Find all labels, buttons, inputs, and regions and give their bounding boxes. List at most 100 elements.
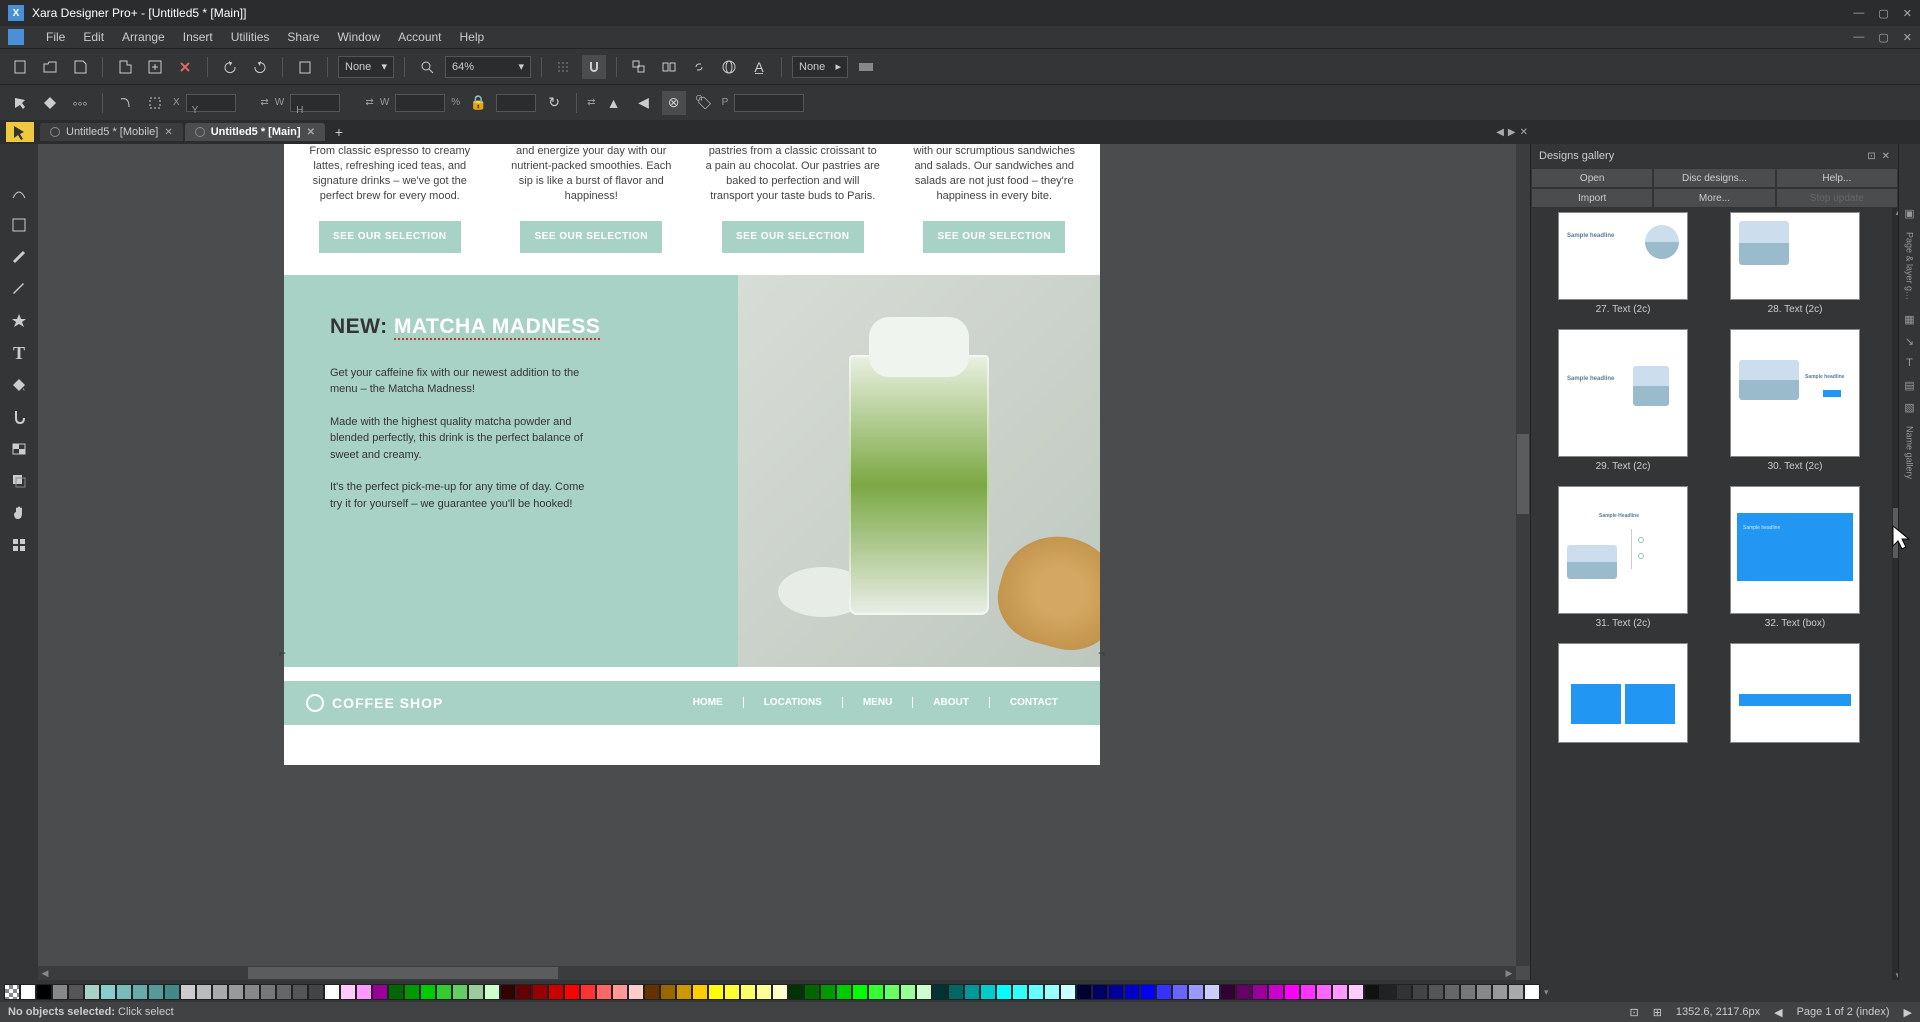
live-drag-icon[interactable]: ⊡	[1629, 1006, 1638, 1019]
color-swatch[interactable]	[1364, 984, 1380, 1000]
design-item-31[interactable]: Sample Headline 31. Text (2c)	[1539, 486, 1707, 639]
grid-tool[interactable]	[5, 532, 33, 558]
save-button[interactable]	[68, 55, 92, 79]
color-swatch[interactable]	[68, 984, 84, 1000]
color-swatch[interactable]	[1444, 984, 1460, 1000]
design-item-29[interactable]: Sample headline 29. Text (2c)	[1539, 329, 1707, 482]
fill-tool[interactable]	[5, 372, 33, 398]
color-swatch[interactable]	[372, 984, 388, 1000]
color-swatch[interactable]	[1220, 984, 1236, 1000]
color-swatch[interactable]	[244, 984, 260, 1000]
grid-snap-button[interactable]	[552, 55, 576, 79]
gallery-pin-icon[interactable]: ⊡	[1867, 151, 1875, 162]
name-select[interactable]: None▸	[792, 56, 848, 78]
snap-indicator-icon[interactable]: ⊞	[1653, 1006, 1662, 1019]
bounds-icon[interactable]	[143, 91, 167, 115]
tab-close-icon[interactable]: ✕	[164, 127, 172, 138]
design-item-34[interactable]	[1711, 643, 1879, 747]
color-swatch[interactable]	[420, 984, 436, 1000]
selection-button[interactable]: SEE OUR SELECTION	[722, 221, 864, 253]
transparency-tool[interactable]	[5, 436, 33, 462]
color-swatch[interactable]	[548, 984, 564, 1000]
selection-button[interactable]: SEE OUR SELECTION	[319, 221, 461, 253]
nav-contact[interactable]: CONTACT	[990, 697, 1078, 708]
rotate-icon[interactable]: ↻	[542, 91, 566, 115]
color-swatch[interactable]	[1268, 984, 1284, 1000]
clipboard-button[interactable]	[293, 55, 317, 79]
shadow-tool[interactable]	[5, 468, 33, 494]
color-swatch[interactable]	[692, 984, 708, 1000]
gallery-close-icon[interactable]: ✕	[1882, 151, 1890, 162]
color-swatch[interactable]	[1460, 984, 1476, 1000]
color-swatch[interactable]	[84, 984, 100, 1000]
color-swatch[interactable]	[1508, 984, 1524, 1000]
canvas-scrollbar-v[interactable]	[1516, 144, 1530, 966]
color-swatch[interactable]	[1316, 984, 1332, 1000]
color-swatch[interactable]	[1524, 984, 1540, 1000]
color-swatch[interactable]	[212, 984, 228, 1000]
color-swatch[interactable]	[900, 984, 916, 1000]
color-swatch[interactable]	[1284, 984, 1300, 1000]
color-swatch[interactable]	[36, 984, 52, 1000]
color-swatch[interactable]	[1092, 984, 1108, 1000]
shape-icon[interactable]	[113, 91, 137, 115]
scale-line-icon[interactable]: ⊗	[662, 91, 686, 115]
color-swatch[interactable]	[948, 984, 964, 1000]
brush-tool[interactable]	[5, 244, 33, 270]
color-swatch[interactable]	[852, 984, 868, 1000]
pen-tool[interactable]	[5, 276, 33, 302]
flip-v-icon[interactable]: ◀	[632, 91, 656, 115]
color-swatch[interactable]	[1076, 984, 1092, 1000]
menu-help[interactable]: Help	[460, 30, 485, 44]
tab-main[interactable]: Untitled5 * [Main] ✕	[185, 123, 325, 141]
color-swatch[interactable]	[276, 984, 292, 1000]
shape-tool[interactable]	[5, 212, 33, 238]
page-prev-icon[interactable]: ◀	[1774, 1006, 1782, 1019]
color-swatch[interactable]	[148, 984, 164, 1000]
color-swatch[interactable]	[1188, 984, 1204, 1000]
color-swatch[interactable]	[388, 984, 404, 1000]
color-swatch[interactable]	[804, 984, 820, 1000]
menu-utilities[interactable]: Utilities	[231, 30, 270, 44]
selector-options-icon[interactable]	[8, 91, 32, 115]
color-swatch[interactable]	[964, 984, 980, 1000]
minimize-icon[interactable]: —	[1853, 7, 1864, 20]
design-item-30[interactable]: Sample headline 30. Text (2c)	[1711, 329, 1879, 482]
new-tab-button[interactable]: +	[327, 120, 351, 144]
color-swatch[interactable]	[932, 984, 948, 1000]
color-swatch[interactable]	[1348, 984, 1364, 1000]
style-select[interactable]: None▾	[338, 56, 394, 78]
gallery-more-button[interactable]: More...	[1653, 188, 1775, 208]
tag-icon[interactable]: 🏷	[692, 91, 716, 115]
color-swatch[interactable]	[228, 984, 244, 1000]
name-gallery-tab[interactable]: ▧	[1901, 398, 1919, 416]
gallery-disc-button[interactable]: Disc designs...	[1653, 168, 1775, 188]
menu-account[interactable]: Account	[398, 30, 441, 44]
gallery-body[interactable]: Sample headline 27. Text (2c) 28. Text (…	[1531, 208, 1898, 980]
color-swatch[interactable]	[484, 984, 500, 1000]
spellcheck-button[interactable]: A̲	[747, 55, 771, 79]
color-swatch[interactable]	[1412, 984, 1428, 1000]
color-swatch[interactable]	[1380, 984, 1396, 1000]
color-swatch[interactable]	[1492, 984, 1508, 1000]
color-swatch[interactable]	[724, 984, 740, 1000]
page-next-icon[interactable]: ▶	[1904, 1006, 1912, 1019]
color-swatch[interactable]	[356, 984, 372, 1000]
group-button[interactable]	[627, 55, 651, 79]
color-swatch[interactable]	[1172, 984, 1188, 1000]
color-swatch[interactable]	[868, 984, 884, 1000]
color-swatch[interactable]	[1252, 984, 1268, 1000]
apply-name-button[interactable]	[854, 55, 878, 79]
color-swatch[interactable]	[836, 984, 852, 1000]
color-swatch[interactable]	[116, 984, 132, 1000]
color-swatch[interactable]	[708, 984, 724, 1000]
colorbar-more-icon[interactable]: ▾	[1544, 987, 1549, 998]
color-swatch[interactable]	[756, 984, 772, 1000]
color-swatch[interactable]	[740, 984, 756, 1000]
color-swatch[interactable]	[516, 984, 532, 1000]
line-gallery-tab[interactable]: ↘	[1901, 332, 1919, 350]
open-button[interactable]	[38, 55, 62, 79]
doc-close-icon[interactable]: ✕	[1903, 31, 1912, 44]
design-item-28[interactable]: 28. Text (2c)	[1711, 212, 1879, 325]
color-swatch[interactable]	[1140, 984, 1156, 1000]
